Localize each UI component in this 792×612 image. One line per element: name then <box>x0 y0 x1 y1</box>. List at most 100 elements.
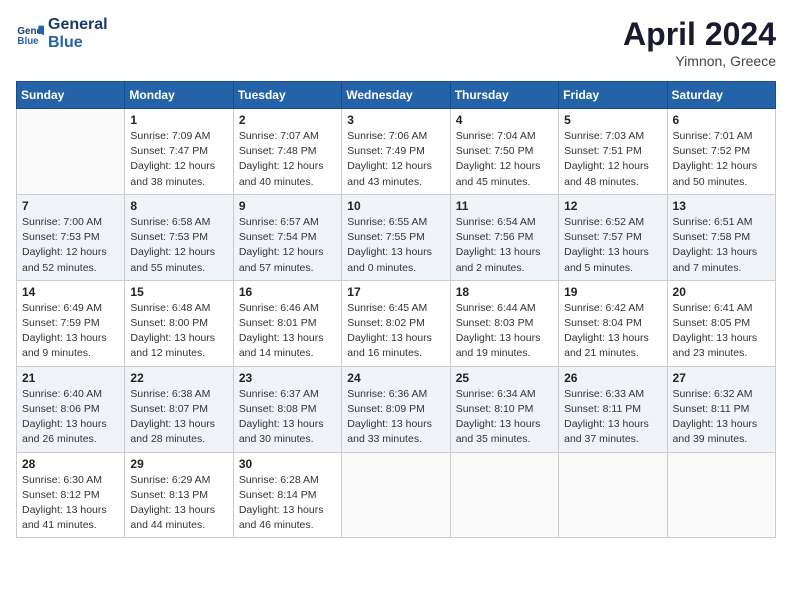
day-info: Sunrise: 6:38 AM Sunset: 8:07 PM Dayligh… <box>130 387 227 448</box>
day-info: Sunrise: 6:40 AM Sunset: 8:06 PM Dayligh… <box>22 387 119 448</box>
day-info: Sunrise: 6:45 AM Sunset: 8:02 PM Dayligh… <box>347 301 444 362</box>
day-number: 23 <box>239 371 336 385</box>
day-info: Sunrise: 6:49 AM Sunset: 7:59 PM Dayligh… <box>22 301 119 362</box>
day-info: Sunrise: 6:33 AM Sunset: 8:11 PM Dayligh… <box>564 387 661 448</box>
calendar-week-row: 7 Sunrise: 7:00 AM Sunset: 7:53 PM Daylig… <box>17 194 776 280</box>
day-info: Sunrise: 7:07 AM Sunset: 7:48 PM Dayligh… <box>239 129 336 190</box>
calendar-cell: 20 Sunrise: 6:41 AM Sunset: 8:05 PM Dayli… <box>667 280 775 366</box>
title-block: April 2024 Yimnon, Greece <box>623 16 776 69</box>
day-info: Sunrise: 6:52 AM Sunset: 7:57 PM Dayligh… <box>564 215 661 276</box>
calendar-cell: 9Sunrise: 6:57 AM Sunset: 7:54 PM Daylig… <box>233 194 341 280</box>
day-info: Sunrise: 6:51 AM Sunset: 7:58 PM Dayligh… <box>673 215 770 276</box>
calendar-cell: 23 Sunrise: 6:37 AM Sunset: 8:08 PM Dayli… <box>233 366 341 452</box>
day-number: 30 <box>239 457 336 471</box>
svg-text:Blue: Blue <box>17 35 39 46</box>
calendar-cell: 8 Sunrise: 6:58 AM Sunset: 7:53 PM Daylig… <box>125 194 233 280</box>
day-info: Sunrise: 6:58 AM Sunset: 7:53 PM Dayligh… <box>130 215 227 276</box>
day-info: Sunrise: 6:54 AM Sunset: 7:56 PM Dayligh… <box>456 215 553 276</box>
calendar-cell: 27Sunrise: 6:32 AM Sunset: 8:11 PM Dayli… <box>667 366 775 452</box>
calendar-cell <box>450 452 558 538</box>
calendar-cell <box>342 452 450 538</box>
day-number: 27 <box>673 371 770 385</box>
day-info: Sunrise: 6:48 AM Sunset: 8:00 PM Dayligh… <box>130 301 227 362</box>
day-info: Sunrise: 6:37 AM Sunset: 8:08 PM Dayligh… <box>239 387 336 448</box>
calendar-cell: 17 Sunrise: 6:45 AM Sunset: 8:02 PM Dayli… <box>342 280 450 366</box>
day-of-week-header: Friday <box>559 82 667 109</box>
calendar-cell: 2 Sunrise: 7:07 AM Sunset: 7:48 PM Daylig… <box>233 109 341 195</box>
day-number: 17 <box>347 285 444 299</box>
day-of-week-header: Saturday <box>667 82 775 109</box>
calendar-cell: 24 Sunrise: 6:36 AM Sunset: 8:09 PM Dayli… <box>342 366 450 452</box>
location: Yimnon, Greece <box>623 53 776 69</box>
calendar-week-row: 21 Sunrise: 6:40 AM Sunset: 8:06 PM Dayli… <box>17 366 776 452</box>
day-number: 16 <box>239 285 336 299</box>
calendar-cell: 29 Sunrise: 6:29 AM Sunset: 8:13 PM Dayli… <box>125 452 233 538</box>
day-number: 1 <box>130 113 227 127</box>
calendar-cell: 1 Sunrise: 7:09 AM Sunset: 7:47 PM Daylig… <box>125 109 233 195</box>
day-info: Sunrise: 7:01 AM Sunset: 7:52 PM Dayligh… <box>673 129 770 190</box>
day-number: 6 <box>673 113 770 127</box>
day-number: 22 <box>130 371 227 385</box>
day-number: 8 <box>130 199 227 213</box>
calendar-cell: 19Sunrise: 6:42 AM Sunset: 8:04 PM Dayli… <box>559 280 667 366</box>
day-number: 26 <box>564 371 661 385</box>
calendar-cell: 26 Sunrise: 6:33 AM Sunset: 8:11 PM Dayli… <box>559 366 667 452</box>
calendar-cell: 4Sunrise: 7:04 AM Sunset: 7:50 PM Daylig… <box>450 109 558 195</box>
calendar-cell: 18 Sunrise: 6:44 AM Sunset: 8:03 PM Dayli… <box>450 280 558 366</box>
day-info: Sunrise: 7:00 AM Sunset: 7:53 PM Dayligh… <box>22 215 119 276</box>
calendar-cell <box>17 109 125 195</box>
calendar-cell: 5Sunrise: 7:03 AM Sunset: 7:51 PM Daylig… <box>559 109 667 195</box>
calendar-week-row: 28 Sunrise: 6:30 AM Sunset: 8:12 PM Dayli… <box>17 452 776 538</box>
logo-icon: General Blue <box>16 20 44 48</box>
calendar-cell: 10Sunrise: 6:55 AM Sunset: 7:55 PM Dayli… <box>342 194 450 280</box>
day-info: Sunrise: 6:28 AM Sunset: 8:14 PM Dayligh… <box>239 473 336 534</box>
day-info: Sunrise: 6:41 AM Sunset: 8:05 PM Dayligh… <box>673 301 770 362</box>
calendar-cell <box>559 452 667 538</box>
day-info: Sunrise: 6:29 AM Sunset: 8:13 PM Dayligh… <box>130 473 227 534</box>
calendar-cell: 14Sunrise: 6:49 AM Sunset: 7:59 PM Dayli… <box>17 280 125 366</box>
calendar-cell: 13Sunrise: 6:51 AM Sunset: 7:58 PM Dayli… <box>667 194 775 280</box>
day-number: 20 <box>673 285 770 299</box>
calendar-cell: 28 Sunrise: 6:30 AM Sunset: 8:12 PM Dayli… <box>17 452 125 538</box>
logo-general: General <box>48 16 108 34</box>
day-info: Sunrise: 6:55 AM Sunset: 7:55 PM Dayligh… <box>347 215 444 276</box>
day-info: Sunrise: 7:06 AM Sunset: 7:49 PM Dayligh… <box>347 129 444 190</box>
calendar-cell: 16 Sunrise: 6:46 AM Sunset: 8:01 PM Dayli… <box>233 280 341 366</box>
calendar-cell: 21 Sunrise: 6:40 AM Sunset: 8:06 PM Dayli… <box>17 366 125 452</box>
day-info: Sunrise: 7:09 AM Sunset: 7:47 PM Dayligh… <box>130 129 227 190</box>
day-number: 9 <box>239 199 336 213</box>
day-of-week-header: Tuesday <box>233 82 341 109</box>
day-info: Sunrise: 6:44 AM Sunset: 8:03 PM Dayligh… <box>456 301 553 362</box>
day-info: Sunrise: 7:03 AM Sunset: 7:51 PM Dayligh… <box>564 129 661 190</box>
calendar-cell <box>667 452 775 538</box>
calendar-week-row: 14Sunrise: 6:49 AM Sunset: 7:59 PM Dayli… <box>17 280 776 366</box>
day-info: Sunrise: 6:30 AM Sunset: 8:12 PM Dayligh… <box>22 473 119 534</box>
calendar-cell: 22 Sunrise: 6:38 AM Sunset: 8:07 PM Dayli… <box>125 366 233 452</box>
day-info: Sunrise: 6:36 AM Sunset: 8:09 PM Dayligh… <box>347 387 444 448</box>
day-number: 28 <box>22 457 119 471</box>
day-info: Sunrise: 6:42 AM Sunset: 8:04 PM Dayligh… <box>564 301 661 362</box>
calendar-header-row: SundayMondayTuesdayWednesdayThursdayFrid… <box>17 82 776 109</box>
calendar-week-row: 1 Sunrise: 7:09 AM Sunset: 7:47 PM Daylig… <box>17 109 776 195</box>
day-of-week-header: Wednesday <box>342 82 450 109</box>
month-title: April 2024 <box>623 16 776 53</box>
day-info: Sunrise: 6:46 AM Sunset: 8:01 PM Dayligh… <box>239 301 336 362</box>
day-number: 3 <box>347 113 444 127</box>
day-of-week-header: Sunday <box>17 82 125 109</box>
calendar-cell: 3 Sunrise: 7:06 AM Sunset: 7:49 PM Daylig… <box>342 109 450 195</box>
day-info: Sunrise: 6:34 AM Sunset: 8:10 PM Dayligh… <box>456 387 553 448</box>
day-number: 2 <box>239 113 336 127</box>
day-number: 29 <box>130 457 227 471</box>
calendar-cell: 12 Sunrise: 6:52 AM Sunset: 7:57 PM Dayli… <box>559 194 667 280</box>
day-number: 12 <box>564 199 661 213</box>
calendar-cell: 6 Sunrise: 7:01 AM Sunset: 7:52 PM Daylig… <box>667 109 775 195</box>
day-number: 25 <box>456 371 553 385</box>
day-number: 21 <box>22 371 119 385</box>
calendar-cell: 30 Sunrise: 6:28 AM Sunset: 8:14 PM Dayli… <box>233 452 341 538</box>
page-header: General Blue General Blue April 2024 Yim… <box>16 16 776 69</box>
day-number: 24 <box>347 371 444 385</box>
calendar-cell: 11Sunrise: 6:54 AM Sunset: 7:56 PM Dayli… <box>450 194 558 280</box>
day-number: 7 <box>22 199 119 213</box>
calendar-cell: 25 Sunrise: 6:34 AM Sunset: 8:10 PM Dayli… <box>450 366 558 452</box>
day-number: 18 <box>456 285 553 299</box>
